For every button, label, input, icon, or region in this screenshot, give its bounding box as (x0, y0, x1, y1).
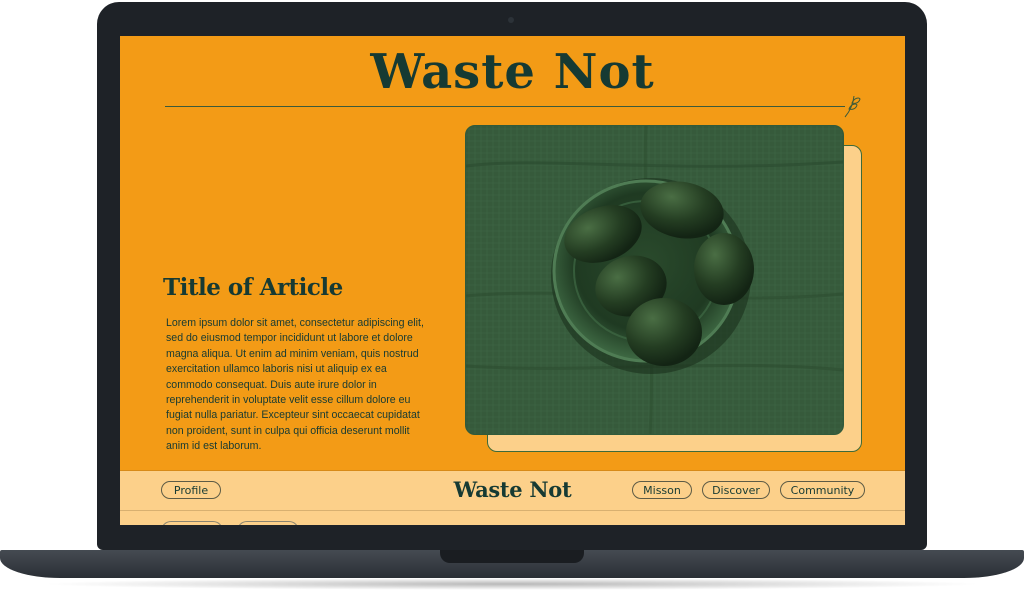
nav-link-community[interactable]: Community (780, 481, 865, 499)
nav-link-mission[interactable]: Misson (632, 481, 692, 499)
partial-pill[interactable] (161, 521, 223, 525)
partial-pill[interactable] (237, 521, 299, 525)
article-title: Title of Article (163, 274, 343, 301)
laptop-screen: Waste Not Title of Article Lorem ipsum d… (120, 36, 905, 525)
laptop-shadow (40, 578, 984, 590)
secondary-navbar-partial (120, 510, 905, 525)
header-divider (165, 106, 845, 107)
hero-title: Waste Not (370, 44, 655, 100)
bottom-navbar: Profile Waste Not Misson Discover Commun… (120, 470, 905, 511)
webcam (508, 17, 514, 23)
nav-link-discover[interactable]: Discover (702, 481, 770, 499)
avocado-photo (465, 125, 844, 435)
leaf-sprig-icon (844, 95, 861, 118)
article-body: Lorem ipsum dolor sit amet, consectetur … (166, 317, 424, 453)
laptop-hinge-notch (440, 550, 584, 563)
